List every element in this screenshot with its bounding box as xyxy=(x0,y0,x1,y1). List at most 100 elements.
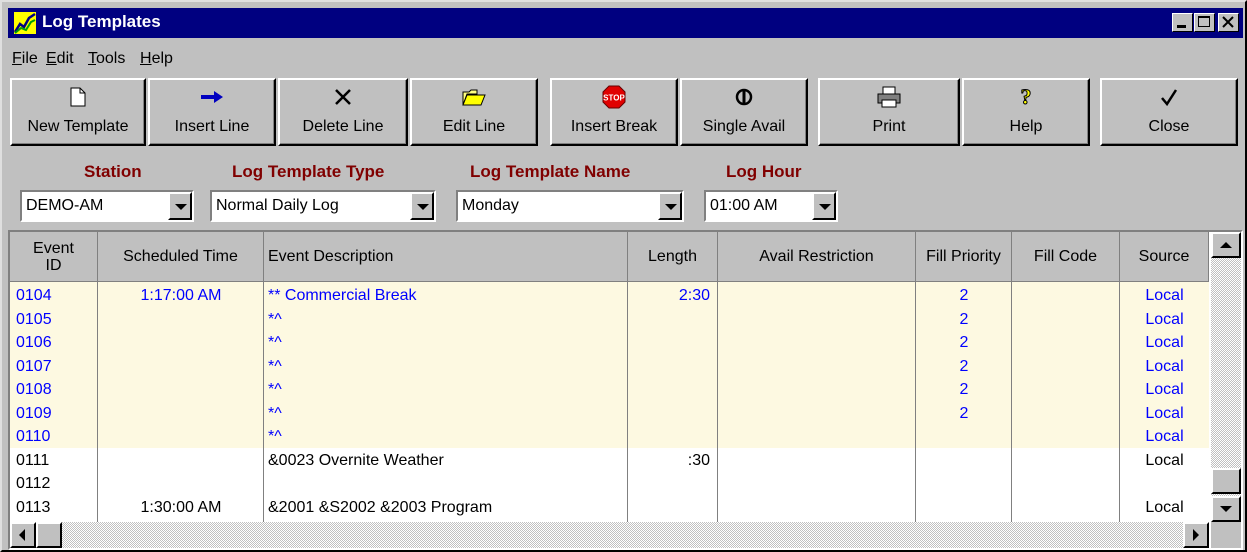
cell-source: Local xyxy=(1145,428,1184,445)
svg-text:?: ? xyxy=(1021,86,1032,108)
help-button[interactable]: ? Help xyxy=(962,78,1090,146)
close-window-button[interactable] xyxy=(1218,13,1239,32)
scroll-up-button[interactable] xyxy=(1211,232,1241,258)
table-row[interactable]: 0110 *^ Local xyxy=(10,425,1209,448)
template-type-select[interactable]: Normal Daily Log xyxy=(210,190,436,222)
cell-event-id: 0111 xyxy=(16,451,50,469)
insert-line-button[interactable]: Insert Line xyxy=(148,78,276,146)
col-header-avail-restriction[interactable]: Avail Restriction xyxy=(718,232,916,282)
col-header-fill-code[interactable]: Fill Code xyxy=(1012,232,1120,282)
delete-x-icon xyxy=(335,89,351,105)
cell-fill-priority: 2 xyxy=(959,334,969,351)
table-row[interactable]: 0108 *^ 2 Local xyxy=(10,378,1209,401)
template-name-select[interactable]: Monday xyxy=(456,190,684,222)
new-template-button[interactable]: New Template xyxy=(10,78,146,146)
scroll-left-button[interactable] xyxy=(10,522,36,548)
cell-event-description: ** Commercial Break xyxy=(268,287,417,304)
help-label: Help xyxy=(1009,118,1043,135)
cell-event-description: *^ xyxy=(268,404,282,422)
col-header-event-id[interactable]: Event ID xyxy=(10,232,98,282)
cell-length: 2:30 xyxy=(678,287,710,304)
log-hour-select[interactable]: 01:00 AM xyxy=(704,190,838,222)
menu-file[interactable]: File xyxy=(12,50,38,68)
table-row[interactable]: 0112 xyxy=(10,472,1209,495)
cell-fill-priority: 2 xyxy=(959,287,969,304)
window-title: Log Templates xyxy=(42,12,161,31)
template-type-dropdown-arrow[interactable] xyxy=(410,192,434,220)
log-hour-dropdown-arrow[interactable] xyxy=(812,192,836,220)
horizontal-scrollbar[interactable] xyxy=(10,522,1209,548)
template-name-value: Monday xyxy=(462,197,519,214)
station-label: Station xyxy=(84,162,142,181)
template-name-dropdown-arrow[interactable] xyxy=(658,192,682,220)
cell-event-description: *^ xyxy=(268,381,282,398)
col-header-scheduled-time[interactable]: Scheduled Time xyxy=(98,232,264,282)
cell-source: Local xyxy=(1145,310,1184,328)
table-row[interactable]: 0113 1:30:00 AM &2001 &S2002 &2003 Program… xyxy=(10,496,1209,519)
station-select[interactable]: DEMO-AM xyxy=(20,190,194,222)
station-dropdown-arrow[interactable] xyxy=(168,192,192,220)
table-row[interactable]: 0104 1:17:00 AM ** Commercial Break 2:30 2 Lo… xyxy=(10,284,1209,307)
vertical-scrollbar[interactable] xyxy=(1211,232,1241,522)
delete-line-button[interactable]: Delete Line xyxy=(278,78,408,146)
menu-help[interactable]: Help xyxy=(140,50,173,68)
cell-event-id: 0109 xyxy=(16,404,52,422)
edit-line-button[interactable]: Edit Line xyxy=(410,78,538,146)
maximize-icon xyxy=(1198,16,1210,27)
cell-event-description: *^ xyxy=(268,428,282,445)
table-row[interactable]: 0111 &0023 Overnite Weather:30 Local xyxy=(10,449,1209,472)
cell-length: :30 xyxy=(687,451,710,469)
menu-edit[interactable]: Edit xyxy=(46,50,74,68)
table-row[interactable]: 0106 *^ 2 Local xyxy=(10,331,1209,354)
new-document-icon xyxy=(70,87,86,107)
stop-sign-icon: STOP xyxy=(602,85,626,109)
col-header-length[interactable]: Length xyxy=(628,232,718,282)
delete-line-label: Delete Line xyxy=(302,118,384,135)
cell-event-id: 0104 xyxy=(16,287,52,304)
cell-event-id: 0108 xyxy=(16,381,52,398)
cell-fill-priority: 2 xyxy=(959,357,969,375)
menu-bar: File Edit Tools Help xyxy=(8,42,1243,72)
cell-fill-priority: 2 xyxy=(959,404,969,422)
single-avail-button[interactable]: Single Avail xyxy=(680,78,808,146)
checkmark-icon xyxy=(1161,89,1178,106)
minimize-icon xyxy=(1177,25,1186,28)
log-hour-value: 01:00 AM xyxy=(710,197,778,214)
down-arrow-icon xyxy=(1220,506,1232,512)
cell-event-description: &0023 Overnite Weather xyxy=(268,451,444,469)
table-row[interactable]: 0109 *^ 2 Local xyxy=(10,402,1209,425)
col-header-source[interactable]: Source xyxy=(1120,232,1209,282)
horizontal-scroll-thumb[interactable] xyxy=(36,522,62,548)
station-value: DEMO-AM xyxy=(26,197,104,214)
scroll-right-button[interactable] xyxy=(1183,522,1209,548)
toolbar: New Template Insert Line Delete Line Edi… xyxy=(10,78,1243,148)
scroll-down-button[interactable] xyxy=(1211,496,1241,522)
log-templates-window: Log Templates File Edit Tools Help New T… xyxy=(0,0,1247,552)
menu-tools[interactable]: Tools xyxy=(88,50,125,68)
table-row[interactable]: 0107 *^ 2 Local xyxy=(10,355,1209,378)
right-arrow-icon xyxy=(1193,529,1199,541)
close-button[interactable]: Close xyxy=(1100,78,1238,146)
cell-event-id: 0106 xyxy=(16,334,52,351)
log-grid[interactable]: Event ID Scheduled Time Event Descriptio… xyxy=(8,230,1243,550)
insert-line-label: Insert Line xyxy=(174,118,250,135)
scroll-thumb[interactable] xyxy=(1211,468,1241,494)
svg-text:STOP: STOP xyxy=(603,94,625,103)
cell-scheduled-time: 1:30:00 AM xyxy=(140,498,222,516)
table-row[interactable]: 0105 *^ 2 Local xyxy=(10,308,1209,331)
print-label: Print xyxy=(872,118,906,135)
edit-line-label: Edit Line xyxy=(442,118,506,135)
minimize-button[interactable] xyxy=(1172,13,1193,32)
title-bar[interactable]: Log Templates xyxy=(8,8,1243,38)
print-button[interactable]: Print xyxy=(818,78,960,146)
maximize-button[interactable] xyxy=(1194,13,1215,32)
insert-break-label: Insert Break xyxy=(570,118,658,135)
printer-icon xyxy=(877,86,901,108)
left-arrow-icon xyxy=(19,529,25,541)
single-avail-icon xyxy=(735,88,753,106)
col-header-fill-priority[interactable]: Fill Priority xyxy=(916,232,1012,282)
insert-break-button[interactable]: STOP Insert Break xyxy=(550,78,678,146)
col-header-event-description[interactable]: Event Description xyxy=(264,232,628,282)
cell-source: Local xyxy=(1145,334,1184,351)
cell-event-id: 0107 xyxy=(16,357,52,375)
